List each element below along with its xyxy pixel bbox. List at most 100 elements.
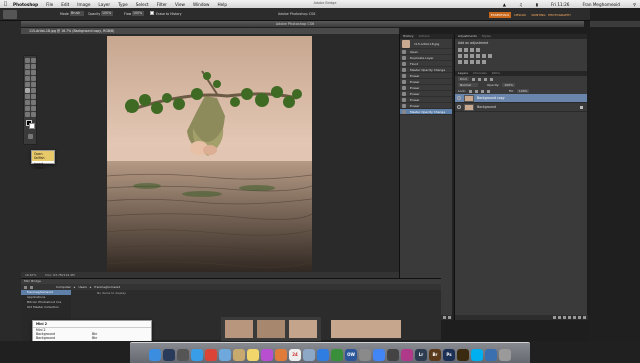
back-icon[interactable] [24, 285, 27, 289]
eye-icon[interactable] [457, 96, 461, 100]
move-tool-icon[interactable] [25, 58, 30, 63]
kind-filter-select[interactable]: Kind [458, 77, 469, 81]
battery-icon[interactable]: ▮ [536, 2, 538, 7]
layer-row[interactable]: Background [455, 103, 587, 112]
popup-item-open[interactable]: Open Selfish [32, 151, 54, 161]
tab-paths[interactable]: Paths [492, 71, 500, 75]
opacity-field[interactable]: 100% [101, 11, 113, 16]
curves-icon[interactable] [470, 48, 474, 52]
apple-icon[interactable]:  [4, 1, 7, 7]
facetime-icon[interactable] [331, 349, 343, 361]
eraser-tool-icon[interactable] [25, 88, 30, 93]
menu-view[interactable]: View [175, 2, 185, 7]
wifi-icon[interactable]: ▲ [503, 2, 506, 7]
brightness-icon[interactable] [458, 48, 462, 52]
safari-icon[interactable] [191, 349, 203, 361]
lock-all-icon[interactable] [486, 89, 490, 93]
menu-window[interactable]: Window [193, 2, 210, 7]
globe-icon[interactable] [485, 349, 497, 361]
flow-field[interactable]: 100% [132, 11, 144, 16]
popup-item-insert[interactable]: Insert Object [32, 161, 54, 171]
gradient-tool-icon[interactable] [31, 88, 36, 93]
tab-channels[interactable]: Channels [473, 71, 487, 75]
healing-tool-icon[interactable] [25, 76, 30, 81]
finder-icon[interactable] [149, 349, 161, 361]
music-icon[interactable] [401, 349, 413, 361]
crop-tool-icon[interactable] [25, 70, 30, 75]
menu-filter[interactable]: Filter [157, 2, 167, 7]
link-layers-icon[interactable] [553, 316, 556, 319]
mail-icon[interactable] [219, 349, 231, 361]
filter-shape-icon[interactable] [489, 77, 493, 81]
erase-history-checkbox[interactable] [150, 11, 154, 15]
menu-image[interactable]: Image [77, 2, 90, 7]
mission-control-icon[interactable] [177, 349, 189, 361]
levels-icon[interactable] [464, 48, 468, 52]
quick-select-tool-icon[interactable] [31, 64, 36, 69]
eye-icon[interactable] [457, 105, 461, 109]
stamp-tool-icon[interactable] [25, 82, 30, 87]
hue-saturation-icon[interactable] [464, 54, 468, 58]
lock-transparency-icon[interactable] [468, 89, 472, 93]
thumbnail[interactable] [257, 320, 285, 338]
photo-filter-icon[interactable] [482, 54, 486, 58]
channel-mixer-icon[interactable] [488, 54, 492, 58]
zoom-tool-icon[interactable] [31, 112, 36, 117]
exposure-icon[interactable] [476, 48, 480, 52]
brush-tool-icon[interactable] [31, 76, 36, 81]
preview-icon[interactable] [303, 349, 315, 361]
menubar-clock[interactable]: Fri 11:26 [551, 2, 569, 7]
spotlight-icon[interactable]: ⚲ [633, 2, 636, 7]
workspace-painting[interactable]: PAINTING [529, 12, 548, 18]
thumbnail[interactable] [289, 320, 317, 338]
notes-icon[interactable] [247, 349, 259, 361]
trash-icon[interactable] [499, 349, 511, 361]
color-balance-icon[interactable] [470, 54, 474, 58]
filter-type-icon[interactable] [483, 77, 487, 81]
folder-icon[interactable] [233, 349, 245, 361]
menu-help[interactable]: Help [217, 2, 227, 7]
quick-mask-icon[interactable] [28, 134, 33, 139]
tab-styles[interactable]: Styles [482, 34, 491, 38]
path-user-folder[interactable]: franmeghomeoid [94, 285, 120, 289]
skype-icon[interactable] [471, 349, 483, 361]
bridge-icon[interactable]: Br [429, 349, 441, 361]
vibrance-icon[interactable] [458, 54, 462, 58]
illustrator-icon[interactable] [457, 349, 469, 361]
system-prefs-icon[interactable] [359, 349, 371, 361]
threshold-icon[interactable] [470, 60, 474, 64]
blend-mode-select[interactable]: Normal [458, 83, 478, 87]
thumbnail[interactable] [225, 320, 253, 338]
new-group-icon[interactable] [573, 316, 576, 319]
selective-color-icon[interactable] [482, 60, 486, 64]
volume-icon[interactable]: ♫ [519, 2, 523, 7]
delete-layer-icon[interactable] [583, 316, 586, 319]
chrome2-icon[interactable] [373, 349, 385, 361]
app-menu[interactable]: Photoshop [13, 2, 38, 7]
layer-name[interactable]: Background [477, 105, 496, 109]
blur-tool-icon[interactable] [25, 94, 30, 99]
lightroom-icon[interactable]: Lr [415, 349, 427, 361]
lasso-tool-icon[interactable] [25, 64, 30, 69]
bridge-folder-item[interactable]: Old Master Collection [21, 305, 71, 310]
layer-mask-icon[interactable] [563, 316, 566, 319]
filter-pixel-icon[interactable] [471, 77, 475, 81]
dodge-tool-icon[interactable] [31, 94, 36, 99]
menu-layer[interactable]: Layer [98, 2, 110, 7]
layer-style-icon[interactable] [558, 316, 561, 319]
tab-layers[interactable]: Layers [458, 71, 468, 75]
menu-select[interactable]: Select [136, 2, 149, 7]
path-users[interactable]: Users [78, 285, 86, 289]
zoom-readout[interactable]: 16.67% [25, 273, 36, 277]
filter-adjust-icon[interactable] [477, 77, 481, 81]
workspace-essentials[interactable]: ESSENTIALS [489, 12, 511, 18]
layer-row-selected[interactable]: Background copy [455, 94, 587, 103]
tab-actions[interactable]: Actions [419, 34, 430, 38]
marquee-tool-icon[interactable] [31, 58, 36, 63]
path-select-tool-icon[interactable] [25, 106, 30, 111]
camera-icon[interactable] [387, 349, 399, 361]
menu-edit[interactable]: Edit [61, 2, 69, 7]
menubar-user[interactable]: Fran Meghomeoid [582, 2, 619, 7]
layer-opacity-field[interactable]: 100% [502, 83, 515, 87]
type-tool-icon[interactable] [31, 100, 36, 105]
